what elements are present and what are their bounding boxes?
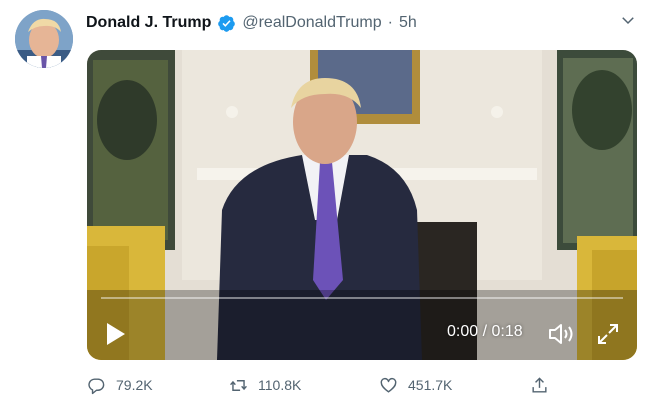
more-options-button[interactable] — [619, 11, 637, 29]
play-button[interactable] — [105, 322, 127, 346]
heart-icon — [380, 377, 397, 393]
video-progress-bar[interactable] — [101, 297, 623, 299]
fullscreen-icon — [598, 324, 618, 344]
author-name[interactable]: Donald J. Trump — [86, 14, 211, 32]
retweet-icon — [230, 379, 247, 391]
volume-button[interactable] — [548, 322, 576, 346]
video-time: 0:00 / 0:18 — [447, 323, 523, 340]
reply-icon — [88, 377, 105, 394]
share-icon — [532, 376, 547, 393]
play-icon — [107, 323, 125, 345]
chevron-down-icon — [622, 17, 634, 25]
fullscreen-button[interactable] — [597, 323, 619, 345]
avatar[interactable] — [15, 10, 73, 68]
retweet-count: 110.8K — [258, 377, 302, 393]
timestamp[interactable]: 5h — [399, 14, 417, 32]
retweet-button[interactable]: 110.8K — [229, 372, 301, 398]
verified-badge-icon — [217, 14, 236, 33]
video-player[interactable]: 0:00 / 0:18 — [87, 50, 637, 360]
tweet-actions: 79.2K 110.8K 451.7K — [87, 372, 557, 398]
like-count: 451.7K — [408, 377, 453, 393]
like-button[interactable]: 451.7K — [379, 372, 452, 398]
separator-dot: · — [387, 14, 393, 31]
volume-icon — [549, 324, 573, 344]
author-handle[interactable]: @realDonaldTrump — [242, 14, 381, 32]
video-frame — [87, 50, 637, 360]
tweet-header: Donald J. Trump @realDonaldTrump · 5h — [86, 12, 417, 34]
reply-count: 79.2K — [116, 377, 153, 393]
share-button[interactable] — [530, 372, 549, 398]
reply-button[interactable]: 79.2K — [87, 372, 153, 398]
